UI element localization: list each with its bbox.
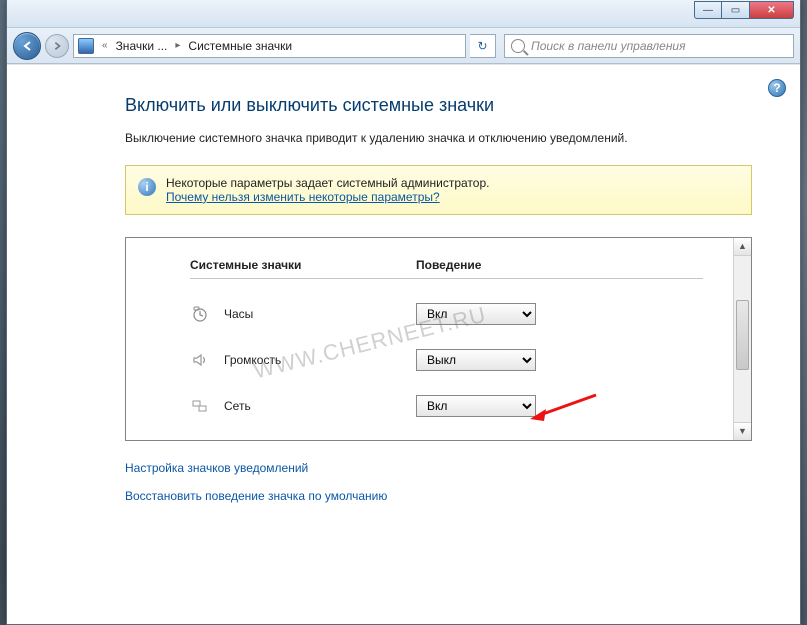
close-button[interactable]: ✕ <box>750 1 794 19</box>
admin-info-box: i Некоторые параметры задает системный а… <box>125 165 752 215</box>
panel-inner: Системные значки Поведение Часы Вкл <box>126 238 733 440</box>
scroll-down-button[interactable]: ▼ <box>734 422 751 440</box>
breadcrumb-item[interactable]: Системные значки <box>188 39 292 53</box>
window-controls: — ▭ ✕ <box>694 0 794 20</box>
search-icon <box>511 39 525 53</box>
navbar: « Значки ... ▸ Системные значки ↻ Поиск … <box>7 28 800 64</box>
control-panel-icon <box>78 38 94 54</box>
scroll-thumb[interactable] <box>736 300 749 370</box>
back-button[interactable] <box>13 32 41 60</box>
minimize-button[interactable]: — <box>694 1 722 19</box>
page-description: Выключение системного значка приводит к … <box>125 130 752 147</box>
column-header-icons: Системные значки <box>190 258 416 272</box>
control-panel-window: — ▭ ✕ « Значки ... ▸ Системные значки ↻ … <box>6 0 801 625</box>
row-icon-cell <box>190 350 224 370</box>
search-placeholder: Поиск в панели управления <box>531 39 686 53</box>
behavior-select-clock[interactable]: Вкл Выкл <box>416 303 536 325</box>
titlebar: — ▭ ✕ <box>7 0 800 28</box>
table-header: Системные значки Поведение <box>190 258 703 279</box>
breadcrumb-item[interactable]: Значки ... <box>116 39 168 53</box>
row-label: Часы <box>224 307 416 321</box>
restore-defaults-link[interactable]: Восстановить поведение значка по умолчан… <box>125 489 752 503</box>
content-area: ? Включить или выключить системные значк… <box>7 64 800 624</box>
info-link[interactable]: Почему нельзя изменить некоторые парамет… <box>166 190 440 204</box>
behavior-select-volume[interactable]: Вкл Выкл <box>416 349 536 371</box>
customize-icons-link[interactable]: Настройка значков уведомлений <box>125 461 752 475</box>
chevron-right-icon: ▸ <box>173 40 182 51</box>
behavior-select-network[interactable]: Вкл Выкл <box>416 395 536 417</box>
arrow-right-icon <box>52 41 62 51</box>
arrow-left-icon <box>21 40 33 52</box>
row-label: Сеть <box>224 399 416 413</box>
table-row: Часы Вкл Выкл <box>190 291 703 337</box>
refresh-button[interactable]: ↻ <box>470 34 496 58</box>
forward-button[interactable] <box>45 34 69 58</box>
page-title: Включить или выключить системные значки <box>125 95 752 116</box>
table-row: Сеть Вкл Выкл <box>190 383 703 429</box>
links: Настройка значков уведомлений Восстанови… <box>125 461 752 503</box>
network-icon <box>190 396 210 416</box>
row-label: Громкость <box>224 353 416 367</box>
page-body: Включить или выключить системные значки … <box>7 65 800 537</box>
chevron-left-icon: « <box>100 40 110 51</box>
address-bar[interactable]: « Значки ... ▸ Системные значки <box>73 34 466 58</box>
info-text: Некоторые параметры задает системный адм… <box>166 176 489 204</box>
column-header-behavior: Поведение <box>416 258 703 272</box>
help-button[interactable]: ? <box>768 79 786 97</box>
table-row: Громкость Вкл Выкл <box>190 337 703 383</box>
row-icon-cell <box>190 304 224 324</box>
clock-icon <box>190 304 210 324</box>
volume-icon <box>190 350 210 370</box>
row-icon-cell <box>190 396 224 416</box>
vertical-scrollbar[interactable]: ▲ ▼ <box>733 238 751 440</box>
maximize-button[interactable]: ▭ <box>722 1 750 19</box>
scroll-up-button[interactable]: ▲ <box>734 238 751 256</box>
info-message: Некоторые параметры задает системный адм… <box>166 176 489 190</box>
info-icon: i <box>138 178 156 196</box>
system-icons-panel: Системные значки Поведение Часы Вкл <box>125 237 752 441</box>
refresh-icon: ↻ <box>477 39 487 53</box>
search-input[interactable]: Поиск в панели управления <box>504 34 794 58</box>
